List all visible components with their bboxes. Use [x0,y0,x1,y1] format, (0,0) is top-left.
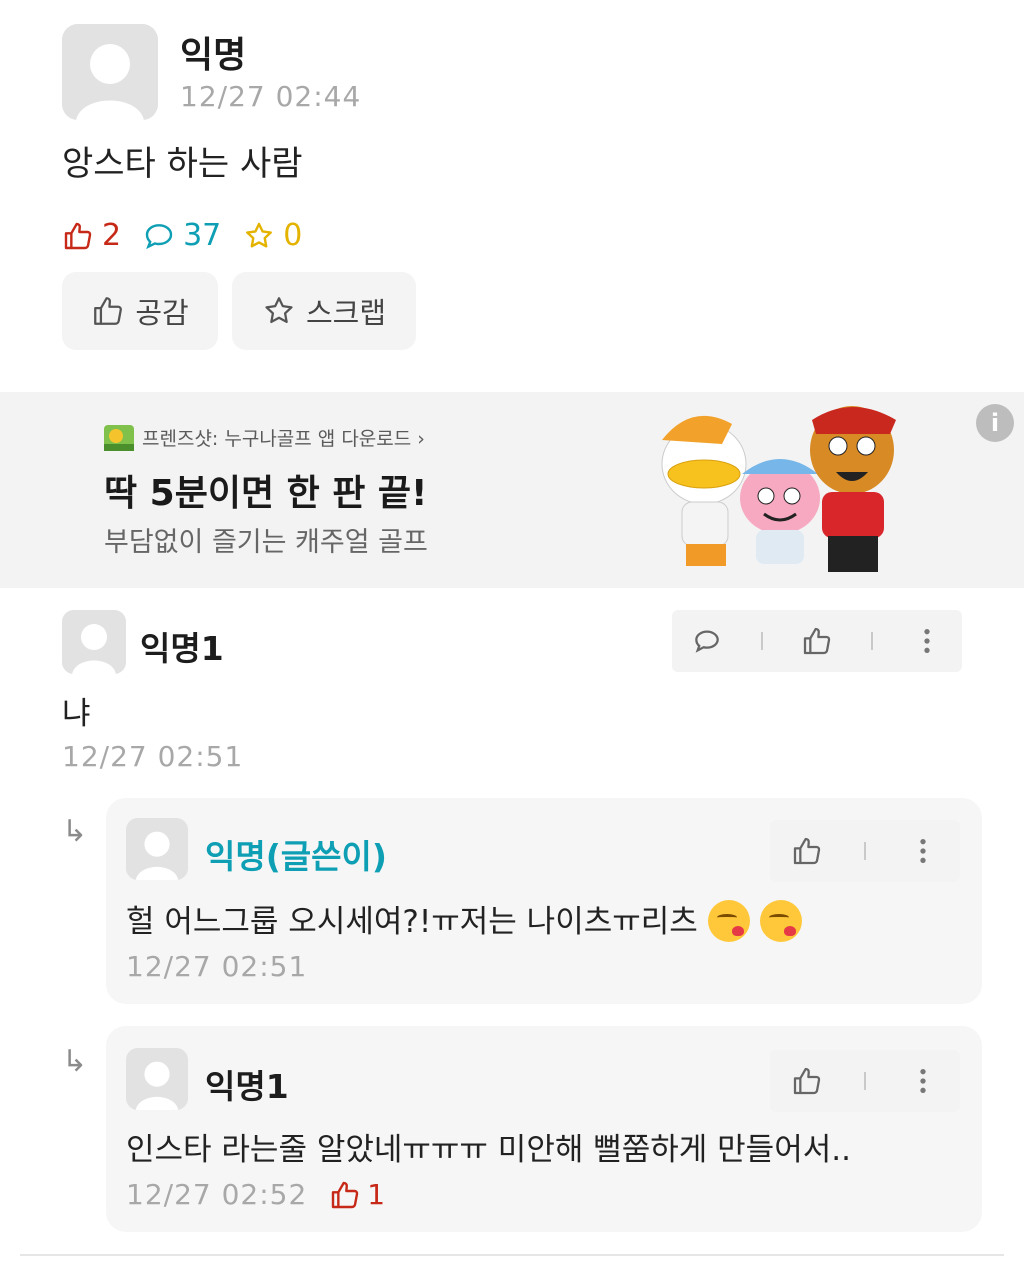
scrap-count: 0 [243,218,302,253]
reply-timestamp: 12/27 02:52 [126,1178,308,1211]
ad-headline[interactable]: 딱 5분이면 한 판 끝! [104,464,427,516]
comment-timestamp: 12/27 02:51 [62,740,244,773]
divider [20,1254,1004,1256]
thumbs-up-icon[interactable] [801,625,833,657]
toolbar-divider [863,1072,866,1090]
thumbs-up-icon [332,1181,359,1208]
scrap-count-value: 0 [283,218,303,253]
comment-body: 냐 [62,696,91,732]
avatar [126,818,188,880]
thumbs-up-icon[interactable] [791,835,823,867]
reply-body: 인스타 라는줄 알았네ㅠㅠㅠ 미안해 뻘쭘하게 만들어서.. [126,1132,851,1168]
scrap-button-label: 스크랩 [305,296,387,330]
kiss-emoji-icon [707,900,750,942]
empathy-button[interactable]: 공감 [62,272,218,350]
more-options-icon[interactable] [911,625,943,657]
empathy-button-label: 공감 [135,296,189,330]
comment-author: 익명1 [140,629,224,668]
post-stats: 2 37 0 [62,218,324,253]
avatar [62,24,158,120]
like-count-value: 2 [102,218,122,253]
reply-arrow-icon: ↳ [62,1044,88,1079]
reply-meta: 12/27 02:52 1 [126,1178,385,1211]
reply-body-text: 헐 어느그룹 오시세여?!ㅠ저는 나이츠ㅠ리츠 [126,904,698,940]
toolbar-divider [863,842,866,860]
ad-source[interactable]: 프렌즈샷: 누구나골프 앱 다운로드 › [104,424,425,451]
reply-icon[interactable] [691,625,723,657]
avatar [62,610,126,674]
app-icon [104,424,134,451]
toolbar-divider [871,632,873,650]
reply-author: 익명1 [205,1067,289,1106]
reply-like-count: 1 [367,1178,386,1211]
reply-arrow-icon: ↳ [62,814,88,849]
comment-toolbar [672,610,962,672]
reply-toolbar [770,820,960,882]
more-options-icon[interactable] [907,1065,939,1097]
kiss-emoji-icon [759,900,802,942]
post-body: 앙스타 하는 사람 [62,144,303,184]
ad-info-icon[interactable]: i [976,404,1014,442]
more-options-icon[interactable] [907,835,939,867]
ad-characters-illustration [661,406,896,572]
star-icon [246,222,273,247]
reply-author-op: 익명(글쓴이) [205,837,387,876]
comment-icon [145,223,173,249]
thumbs-up-icon [64,222,92,249]
like-count: 2 [62,218,121,253]
toolbar-divider [761,632,763,650]
reply-timestamp: 12/27 02:51 [126,950,308,983]
reply-body: 헐 어느그룹 오시세여?!ㅠ저는 나이츠ㅠ리츠 [126,896,802,942]
scrap-button[interactable]: 스크랩 [232,272,416,350]
star-icon [265,297,293,324]
avatar [126,1048,188,1110]
reply-toolbar [770,1050,960,1112]
ad-subtext: 부담없이 즐기는 캐주얼 골프 [104,527,428,558]
comment-count-value: 37 [183,218,222,253]
comment-count: 37 [143,218,221,253]
thumbs-up-icon [94,297,123,325]
post-timestamp: 12/27 02:44 [180,80,362,113]
post-author: 익명 [180,35,247,76]
ad-source-text: 프렌즈샷: 누구나골프 앱 다운로드 › [142,428,425,450]
thumbs-up-icon[interactable] [791,1065,823,1097]
